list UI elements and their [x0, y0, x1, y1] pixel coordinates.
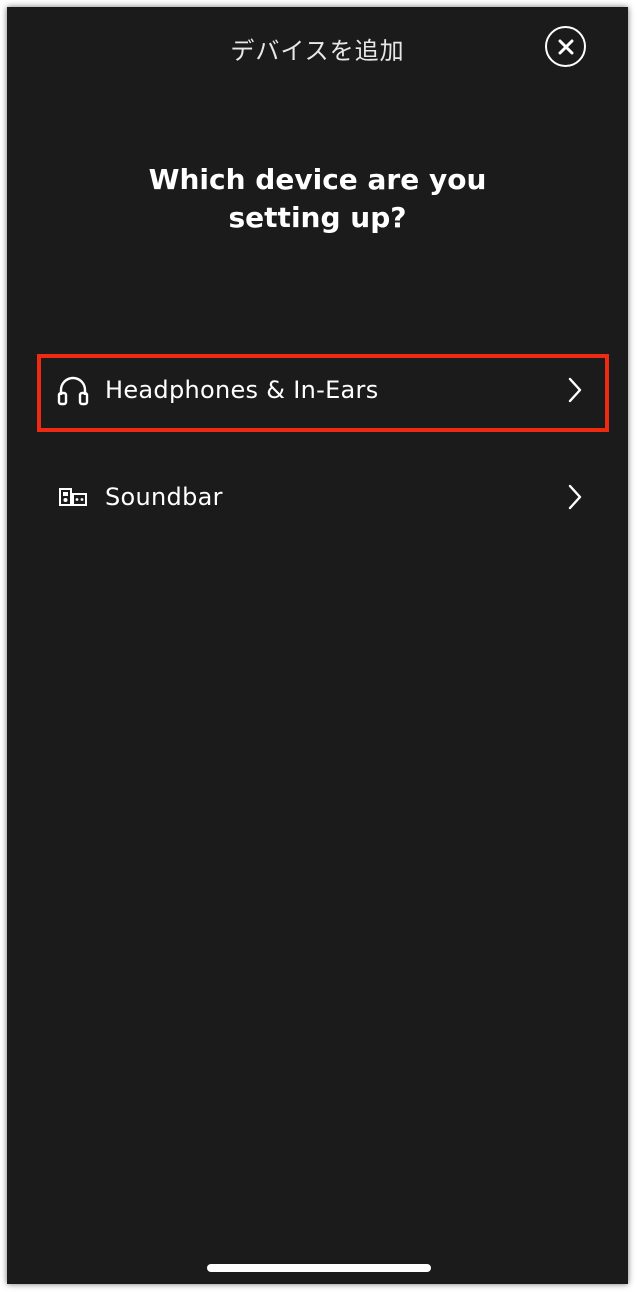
chevron-right-icon [563, 481, 587, 513]
device-option-label: Headphones & In-Ears [105, 376, 379, 404]
device-option-headphones[interactable]: Headphones & In-Ears [7, 354, 628, 426]
soundbar-icon [55, 479, 91, 515]
heading-line-2: setting up? [228, 201, 407, 234]
setup-question-heading: Which device are you setting up? [7, 161, 628, 237]
chevron-right-icon [563, 374, 587, 406]
home-indicator[interactable] [207, 1264, 431, 1272]
close-button[interactable] [545, 26, 586, 67]
page-title: デバイスを追加 [230, 37, 405, 65]
close-icon [558, 39, 573, 54]
device-option-soundbar[interactable]: Soundbar [7, 461, 628, 533]
device-option-label: Soundbar [105, 483, 223, 511]
app-screen: デバイスを追加 Which device are you setting up?… [7, 7, 628, 1284]
headphones-icon [55, 372, 91, 408]
heading-line-1: Which device are you [148, 163, 487, 196]
